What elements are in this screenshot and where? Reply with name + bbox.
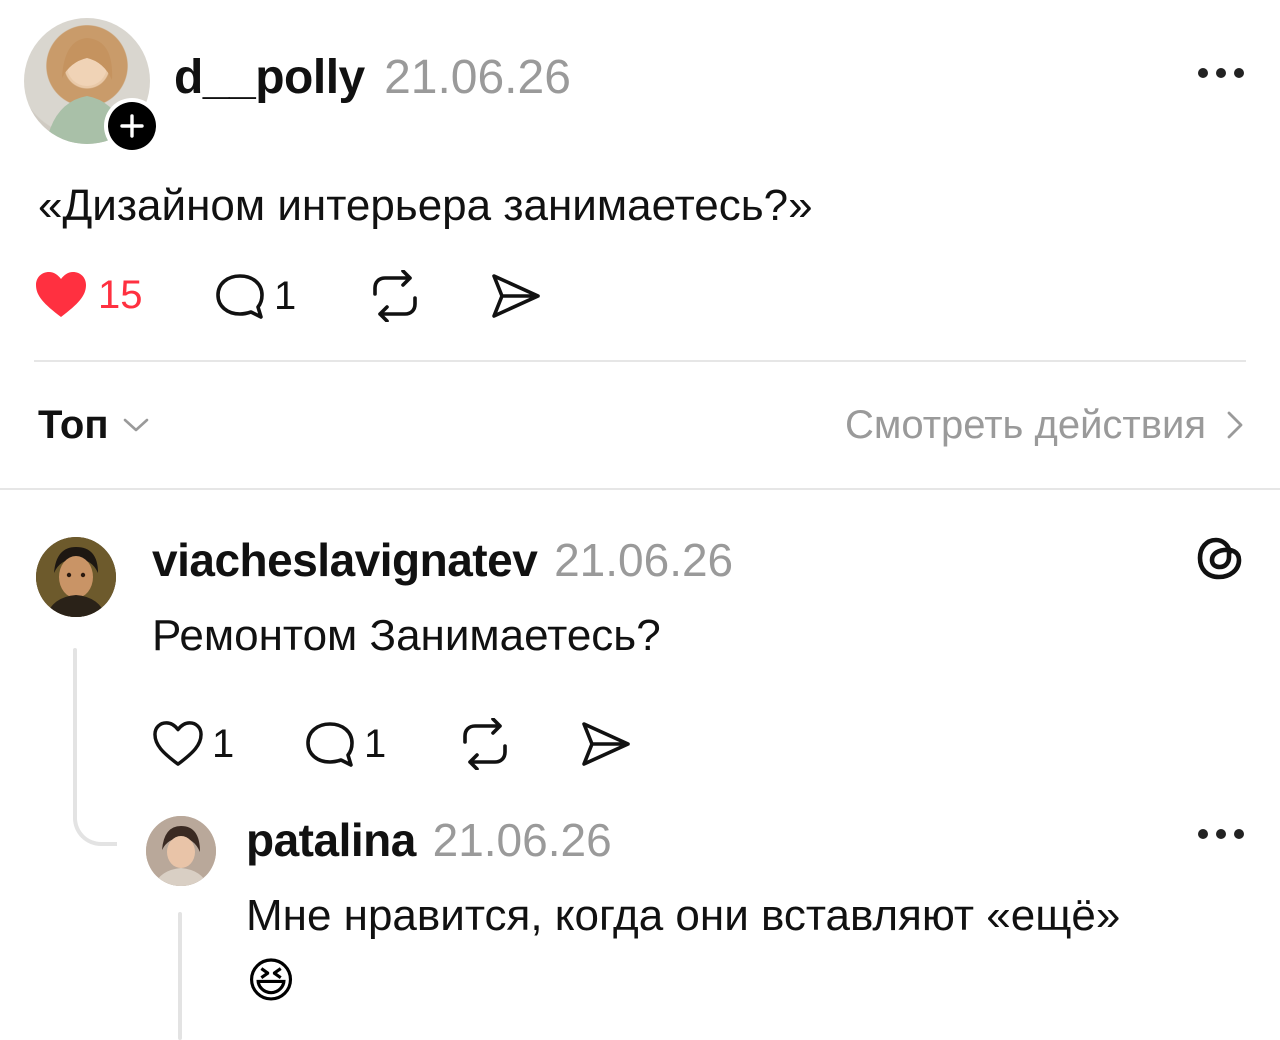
repost-icon <box>373 270 417 322</box>
share-icon <box>582 722 630 766</box>
share-button[interactable] <box>490 272 542 320</box>
divider <box>34 360 1246 362</box>
thread-connector <box>73 790 117 846</box>
comment-icon <box>216 274 264 319</box>
reply-header: patalina 21.06.26 <box>246 812 612 868</box>
divider <box>0 488 1280 490</box>
comment-icon <box>306 722 354 767</box>
reply-username[interactable]: viacheslavignatev <box>152 534 538 586</box>
comment-button[interactable]: 1 <box>214 272 296 320</box>
reply-header: viacheslavignatev 21.06.26 <box>152 532 733 588</box>
like-count: 15 <box>98 273 143 317</box>
like-count: 1 <box>212 722 235 766</box>
reply-date: 21.06.26 <box>432 814 612 866</box>
more-icon[interactable] <box>1198 829 1244 839</box>
thread-line <box>73 648 77 798</box>
repost-button[interactable] <box>458 718 512 770</box>
follow-button[interactable] <box>104 98 160 154</box>
plus-icon <box>108 102 156 150</box>
sort-dropdown[interactable]: Топ <box>38 400 151 450</box>
avatar-viacheslavignatev[interactable] <box>36 537 116 617</box>
share-icon <box>492 274 540 318</box>
sort-label: Топ <box>38 403 109 447</box>
reply-text: Мне нравится, когда они вставляют «ещё» <box>246 891 1121 940</box>
share-button[interactable] <box>580 720 632 768</box>
like-button[interactable]: 15 <box>34 270 143 320</box>
threads-logo-icon[interactable] <box>1194 532 1246 584</box>
reply-text: Ремонтом Занимаетесь? <box>152 611 661 660</box>
heart-icon <box>36 272 86 317</box>
view-activity-link[interactable]: Смотреть действия <box>845 400 1246 450</box>
heart-icon <box>153 721 203 766</box>
avatar-patalina[interactable] <box>146 816 216 886</box>
laughing-emoji: 😆 <box>246 955 297 1008</box>
reply-username[interactable]: patalina <box>246 814 416 866</box>
reply-date: 21.06.26 <box>554 534 734 586</box>
chevron-right-icon <box>1227 411 1243 439</box>
comment-count: 1 <box>364 722 387 766</box>
comment-count: 1 <box>274 274 297 318</box>
repost-button[interactable] <box>368 270 422 322</box>
comment-button[interactable]: 1 <box>304 720 386 768</box>
more-icon[interactable] <box>1198 68 1244 78</box>
thread-line <box>178 912 182 1040</box>
post-header: d__polly 21.06.26 <box>174 50 571 106</box>
post-text: «Дизайном интерьера занимаетесь?» <box>38 181 813 230</box>
chevron-down-icon <box>123 418 148 432</box>
view-activity-label: Смотреть действия <box>844 403 1206 447</box>
like-button[interactable]: 1 <box>152 720 234 768</box>
repost-icon <box>463 718 507 770</box>
post-username[interactable]: d__polly <box>174 51 365 104</box>
post-date: 21.06.26 <box>384 51 571 104</box>
